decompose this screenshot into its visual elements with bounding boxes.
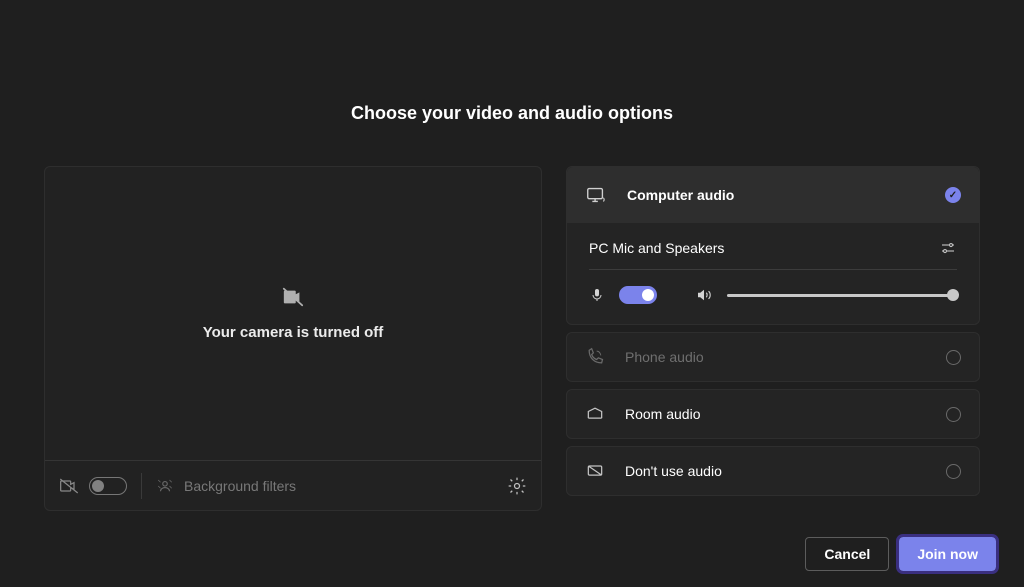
option-label: Don't use audio: [625, 463, 926, 479]
page-title: Choose your video and audio options: [0, 0, 1024, 124]
speaker-icon: [695, 286, 713, 304]
camera-toggle[interactable]: [89, 477, 127, 495]
volume-slider[interactable]: [727, 294, 957, 297]
cancel-button[interactable]: Cancel: [805, 537, 889, 571]
camera-off-icon: [59, 476, 79, 496]
radio-indicator: [946, 464, 961, 479]
audio-device-name: PC Mic and Speakers: [589, 240, 724, 256]
radio-indicator: [946, 407, 961, 422]
audio-device-selector[interactable]: PC Mic and Speakers: [589, 239, 957, 270]
no-audio-icon: [585, 461, 605, 481]
radio-indicator: [946, 350, 961, 365]
background-filters-label: Background filters: [184, 478, 296, 494]
audio-options-panel: Computer audio ✓ PC Mic and Speakers: [566, 166, 980, 511]
camera-status-text: Your camera is turned off: [203, 324, 384, 341]
background-effects-icon: [156, 477, 174, 495]
footer-actions: Cancel Join now: [805, 537, 996, 571]
computer-audio-card: Computer audio ✓ PC Mic and Speakers: [566, 166, 980, 325]
option-no-audio[interactable]: Don't use audio: [566, 446, 980, 496]
settings-button[interactable]: [507, 476, 527, 496]
option-computer-audio[interactable]: Computer audio ✓: [567, 167, 979, 223]
selected-check-icon: ✓: [945, 187, 961, 203]
video-controls-bar: Background filters: [45, 460, 541, 510]
option-label: Room audio: [625, 406, 926, 422]
option-phone-audio: Phone audio: [566, 332, 980, 382]
device-settings-icon: [939, 239, 957, 257]
room-icon: [585, 404, 605, 424]
camera-off-icon: [282, 286, 304, 308]
option-label: Computer audio: [627, 187, 925, 203]
content-area: Your camera is turned off Background fil: [0, 124, 1024, 511]
background-filters-button[interactable]: Background filters: [156, 477, 296, 495]
video-preview-panel: Your camera is turned off Background fil: [44, 166, 542, 511]
join-now-button[interactable]: Join now: [899, 537, 996, 571]
mic-and-volume-row: [589, 270, 957, 304]
option-room-audio[interactable]: Room audio: [566, 389, 980, 439]
option-label: Phone audio: [625, 349, 926, 365]
phone-icon: [585, 347, 605, 367]
microphone-toggle[interactable]: [619, 286, 657, 304]
camera-preview-placeholder: Your camera is turned off: [45, 167, 541, 460]
computer-audio-icon: [585, 184, 607, 206]
microphone-icon: [589, 287, 605, 303]
divider: [141, 473, 142, 499]
slider-thumb[interactable]: [947, 289, 959, 301]
computer-audio-settings: PC Mic and Speakers: [567, 223, 979, 324]
